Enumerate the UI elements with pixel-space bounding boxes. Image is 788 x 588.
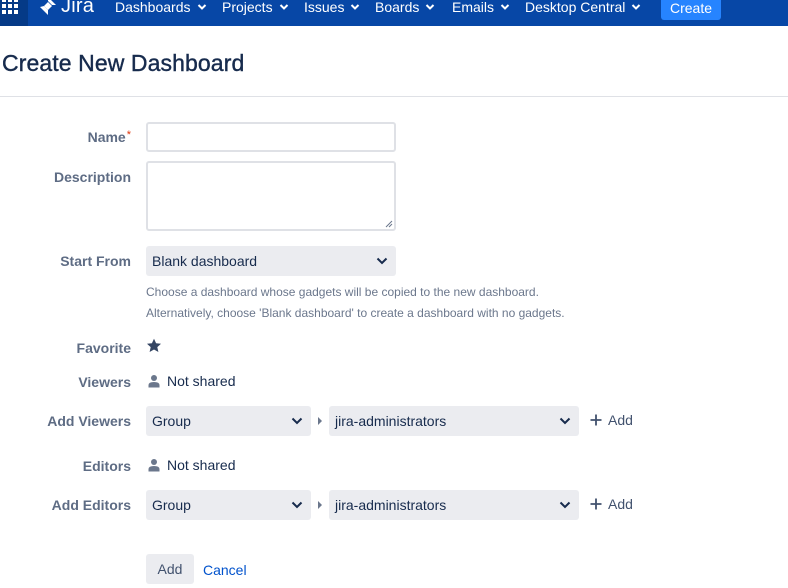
nav-label: Boards [375,0,420,15]
name-input[interactable] [146,122,396,152]
chevron-down-icon [376,257,388,265]
add-viewers-button[interactable]: Add [590,412,633,428]
caret-right-icon [318,501,322,509]
nav-label: Issues [304,0,345,15]
chevron-down-icon [291,501,303,509]
chevron-down-icon [559,417,571,425]
star-icon[interactable] [146,338,162,354]
start-from-help-line-1: Choose a dashboard whose gadgets will be… [146,285,539,299]
nav-projects[interactable]: Projects [222,0,289,16]
add-editors-group-select[interactable]: jira-administrators [329,490,579,520]
add-viewers-label: Add Viewers [47,413,131,429]
plus-icon [590,498,602,510]
viewers-value: Not shared [167,373,236,389]
add-editors-label: Add Editors [51,497,131,513]
grid-icon [2,0,18,14]
editors-label: Editors [82,458,131,474]
nav-dashboards[interactable]: Dashboards [115,0,207,16]
name-label: Name* [88,129,131,145]
nav-label: Projects [222,0,273,15]
viewers-label: Viewers [78,374,131,390]
editors-value: Not shared [167,457,236,473]
person-icon [148,375,160,388]
chevron-down-icon [291,417,303,425]
name-label-text: Name [87,129,126,145]
editors-status: Not shared [148,457,235,473]
required-mark: * [126,129,131,141]
caret-right-icon [318,417,322,425]
nav-issues[interactable]: Issues [304,0,360,16]
logo-text: Jira [61,0,95,17]
description-label: Description [53,169,131,185]
chevron-down-icon [426,4,435,10]
nav-label: Dashboards [115,0,191,15]
cancel-link[interactable]: Cancel [203,562,247,578]
viewers-status: Not shared [148,373,235,389]
favorite-label: Favorite [76,340,131,356]
start-from-help-line-2: Alternatively, choose 'Blank dashboard' … [146,306,565,320]
nav-emails[interactable]: Emails [452,0,510,16]
chevron-down-icon [197,4,206,10]
start-from-value: Blank dashboard [152,253,258,269]
chevron-down-icon [500,4,510,10]
resize-grip-icon[interactable] [384,219,393,228]
plus-icon [590,414,602,426]
submit-add-button[interactable]: Add [146,554,194,584]
chevron-down-icon [632,4,641,10]
nav-desktop-central[interactable]: Desktop Central [525,0,641,16]
add-viewers-group-select[interactable]: jira-administrators [329,406,579,436]
nav-label: Emails [452,0,495,15]
add-editors-button-label: Add [608,496,633,512]
add-viewers-button-label: Add [608,412,633,428]
start-from-select[interactable]: Blank dashboard [146,246,396,276]
description-textarea[interactable] [146,161,396,231]
app-switcher-button[interactable] [0,0,28,26]
jira-logo-icon [40,0,56,15]
person-icon [148,459,160,472]
jira-logo[interactable]: Jira [38,0,95,17]
add-viewers-group-value: jira-administrators [335,413,447,429]
add-editors-type-value: Group [152,497,191,513]
nav-boards[interactable]: Boards [375,0,435,16]
header-divider [0,96,788,97]
chevron-down-icon [351,4,360,10]
chevron-down-icon [279,4,288,10]
chevron-down-icon [559,501,571,509]
add-editors-button[interactable]: Add [590,496,633,512]
add-editors-type-select[interactable]: Group [146,490,311,520]
add-editors-group-value: jira-administrators [335,497,447,513]
add-viewers-type-select[interactable]: Group [146,406,311,436]
top-navigation-bar: Jira Dashboards Projects Issues Boards E… [0,0,788,26]
create-button[interactable]: Create [661,0,721,20]
page-title: Create New Dashboard [2,50,245,76]
start-from-label: Start From [60,253,131,269]
nav-label: Desktop Central [525,0,626,15]
add-viewers-type-value: Group [152,413,191,429]
